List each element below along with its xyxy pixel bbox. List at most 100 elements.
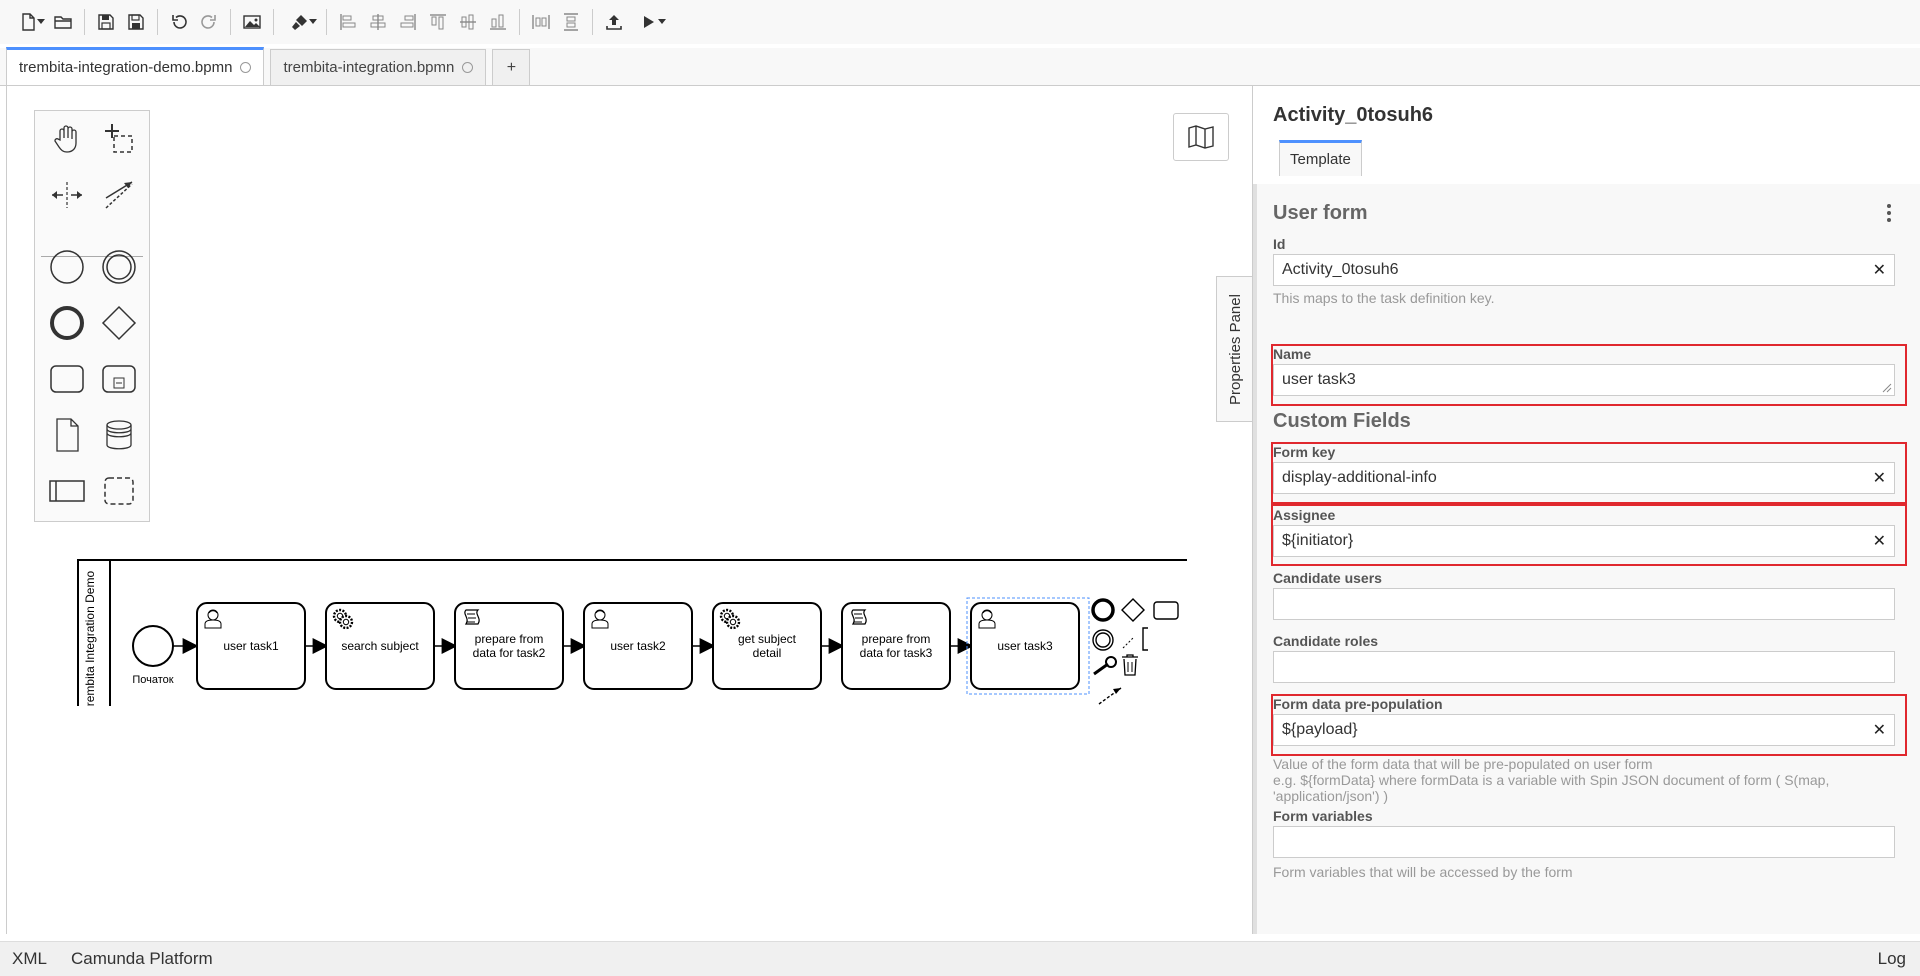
start-event-label: Початок: [132, 674, 173, 686]
name-value: user task3: [1282, 371, 1356, 388]
prepopulation-hint: Value of the form data that will be pre-…: [1273, 756, 1883, 804]
toolbar-separator: [519, 9, 520, 35]
task-script-task[interactable]: prepare fromdata for task2: [454, 602, 564, 690]
toolbar-separator: [84, 9, 85, 35]
resize-grip-icon[interactable]: [1882, 383, 1892, 393]
script-task-icon: [851, 609, 867, 625]
more-options-icon[interactable]: [1879, 198, 1899, 228]
id-value: Activity_0tosuh6: [1282, 261, 1399, 278]
platform-indicator[interactable]: Camunda Platform: [59, 949, 225, 969]
toolbar-separator: [273, 9, 274, 35]
task-service-task[interactable]: search subject: [325, 602, 435, 690]
redo-icon[interactable]: [194, 7, 224, 37]
log-button[interactable]: Log: [1866, 949, 1920, 969]
tab-template[interactable]: Template: [1279, 140, 1362, 176]
group-title-user-form: User form: [1273, 202, 1368, 224]
assignee-input[interactable]: ${initiator} ✕: [1273, 525, 1895, 557]
candidate-users-label: Candidate users: [1273, 570, 1382, 586]
task-user-task[interactable]: user task2: [583, 602, 693, 690]
assignee-label: Assignee: [1273, 507, 1336, 523]
assignee-value: ${initiator}: [1282, 532, 1354, 549]
properties-panel: Activity_0tosuh6 Template User form Id A…: [1253, 86, 1920, 934]
panel-title: Activity_0tosuh6: [1273, 104, 1434, 126]
prepopulation-hint-line: e.g. ${formData} where formData is a var…: [1273, 772, 1830, 788]
task-script-task[interactable]: prepare fromdata for task3: [841, 602, 951, 690]
candidate-roles-input[interactable]: [1273, 651, 1895, 683]
align-top-icon[interactable]: [423, 7, 453, 37]
task-label: user task2: [610, 639, 666, 653]
export-image-icon[interactable]: [237, 7, 267, 37]
task-user-task[interactable]: user task3: [970, 602, 1080, 690]
start-instance-icon[interactable]: [629, 7, 669, 37]
tab-trembita-integration[interactable]: trembita-integration.bpmn: [270, 49, 487, 85]
map-icon: [1188, 125, 1214, 149]
task-label: prepare from: [475, 632, 544, 646]
script-task-icon: [464, 609, 480, 625]
align-bottom-icon[interactable]: [483, 7, 513, 37]
color-brush-icon[interactable]: [280, 7, 320, 37]
undo-icon[interactable]: [164, 7, 194, 37]
save-icon[interactable]: [91, 7, 121, 37]
unsaved-indicator-icon: [240, 62, 252, 73]
toolbar-separator: [157, 9, 158, 35]
toolbar-separator: [592, 9, 593, 35]
toolbar: [0, 0, 1920, 44]
tab-label: trembita-integration-demo.bpmn: [19, 59, 233, 76]
id-label: Id: [1273, 236, 1286, 252]
tab-label: trembita-integration.bpmn: [283, 59, 455, 76]
form-variables-input[interactable]: [1273, 826, 1895, 858]
new-file-icon[interactable]: [8, 7, 48, 37]
prepopulation-input[interactable]: ${payload} ✕: [1273, 714, 1895, 746]
form-variables-label: Form variables: [1273, 808, 1373, 824]
tasks: user task1 search subject prepare fromdata…: [196, 602, 1080, 690]
task-label: data for task2: [473, 646, 546, 660]
clear-icon[interactable]: ✕: [1873, 720, 1886, 740]
distribute-horizontal-icon[interactable]: [526, 7, 556, 37]
toolbar-separator: [326, 9, 327, 35]
candidate-roles-label: Candidate roles: [1273, 633, 1379, 649]
align-middle-icon[interactable]: [453, 7, 483, 37]
save-as-icon[interactable]: [121, 7, 151, 37]
pool-label: Trembita Integration Demo: [83, 571, 97, 706]
distribute-vertical-icon[interactable]: [556, 7, 586, 37]
form-key-value: display-additional-info: [1282, 469, 1437, 486]
open-folder-icon[interactable]: [48, 7, 78, 37]
panel-body: User form Id Activity_0tosuh6 ✕ This map…: [1253, 184, 1920, 934]
modeling-canvas[interactable]: Trembita Integration Demo Початок user t…: [6, 86, 1252, 934]
name-label: Name: [1273, 346, 1312, 362]
candidate-users-input[interactable]: [1273, 588, 1895, 620]
start-event[interactable]: Початок: [132, 625, 174, 686]
group-title-custom-fields: Custom Fields: [1273, 410, 1411, 432]
properties-panel-toggle[interactable]: Properties Panel: [1216, 276, 1254, 422]
clear-icon[interactable]: ✕: [1873, 260, 1886, 280]
form-variables-hint: Form variables that will be accessed by …: [1273, 864, 1573, 880]
deploy-icon[interactable]: [599, 7, 629, 37]
bpmn-diagram: Trembita Integration Demo Початок user t…: [77, 559, 1187, 706]
tab-trembita-integration-demo[interactable]: trembita-integration-demo.bpmn: [6, 47, 265, 85]
new-tab-button[interactable]: +: [492, 49, 531, 85]
prepopulation-label: Form data pre-population: [1273, 696, 1443, 712]
toolbar-separator: [230, 9, 231, 35]
clear-icon[interactable]: ✕: [1873, 468, 1886, 488]
xml-view-button[interactable]: XML: [0, 949, 59, 969]
clear-icon[interactable]: ✕: [1873, 531, 1886, 551]
task-user-task[interactable]: user task1: [196, 602, 306, 690]
form-key-input[interactable]: display-additional-info ✕: [1273, 462, 1895, 494]
id-input[interactable]: Activity_0tosuh6 ✕: [1273, 254, 1895, 286]
task-label: user task3: [997, 639, 1053, 653]
task-label: prepare from: [862, 632, 931, 646]
prepopulation-hint-line: Value of the form data that will be pre-…: [1273, 756, 1653, 772]
prepopulation-value: ${payload}: [1282, 721, 1358, 738]
unsaved-indicator-icon: [462, 62, 474, 73]
align-center-icon[interactable]: [363, 7, 393, 37]
align-left-icon[interactable]: [333, 7, 363, 37]
task-label: get subject: [738, 632, 797, 646]
panel-header: Activity_0tosuh6 Template: [1253, 86, 1920, 184]
task-label: search subject: [341, 639, 419, 653]
task-label: user task1: [223, 639, 279, 653]
align-right-icon[interactable]: [393, 7, 423, 37]
form-key-label: Form key: [1273, 444, 1336, 460]
task-service-task[interactable]: get subjectdetail: [712, 602, 822, 690]
prepopulation-hint-line: 'application/json') ): [1273, 788, 1389, 804]
name-textarea[interactable]: user task3: [1273, 364, 1895, 396]
